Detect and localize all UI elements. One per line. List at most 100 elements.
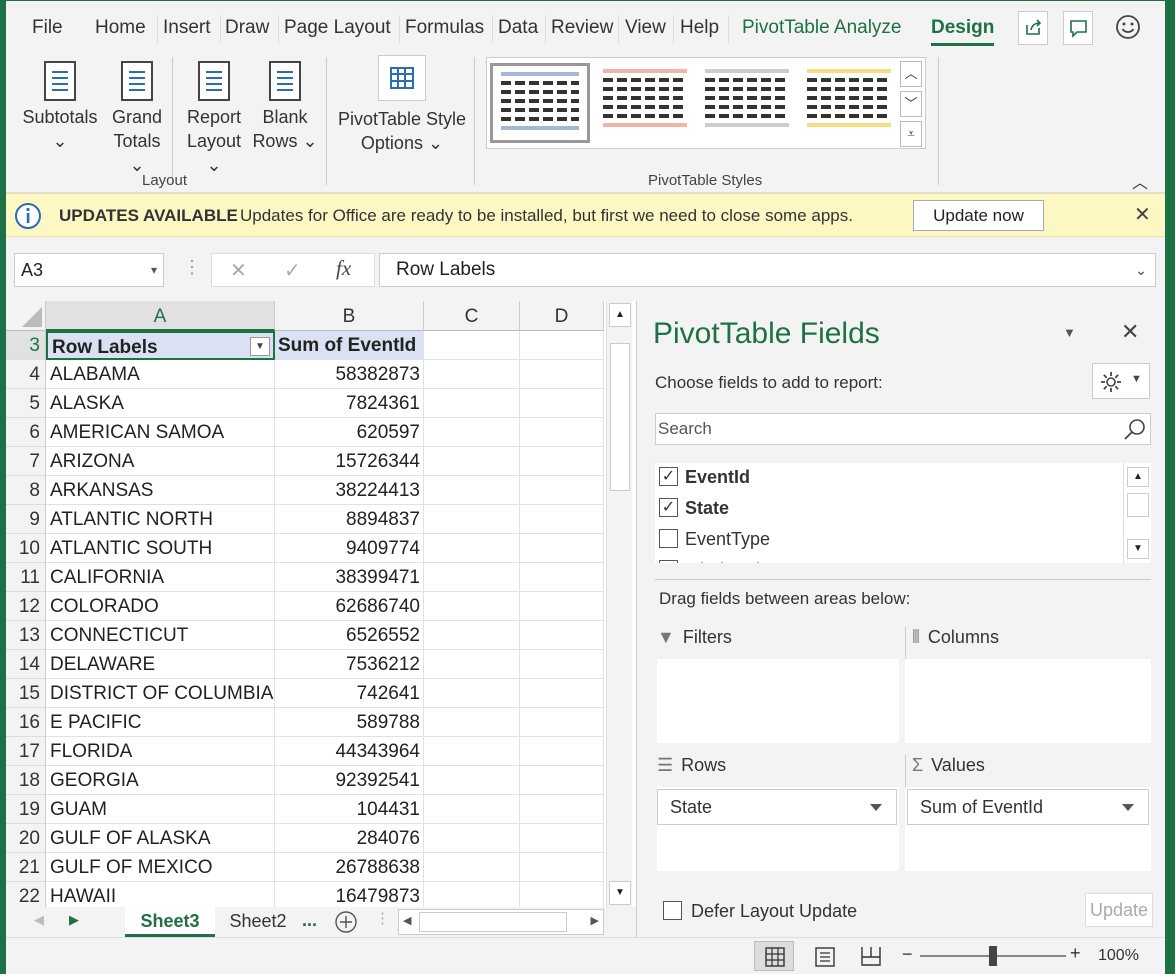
tab-insert[interactable]: Insert	[163, 17, 211, 39]
checkbox[interactable]	[659, 529, 678, 548]
value-cell[interactable]: 104431	[275, 795, 424, 824]
more-sheets-button[interactable]: ...	[302, 910, 317, 931]
cell[interactable]	[520, 592, 604, 621]
row-label-cell[interactable]: GULF OF ALASKA	[46, 824, 275, 853]
scroll-right-arrow-icon[interactable]: ▶	[591, 914, 599, 927]
share-button[interactable]	[1018, 11, 1048, 45]
prev-sheet-icon[interactable]: ◀	[34, 912, 44, 928]
cell[interactable]	[424, 679, 520, 708]
cell[interactable]	[520, 650, 604, 679]
cell[interactable]	[520, 621, 604, 650]
cell[interactable]	[520, 795, 604, 824]
cell[interactable]	[424, 824, 520, 853]
zoom-level[interactable]: 100%	[1098, 947, 1139, 965]
sheet-tab-sheet2[interactable]: Sheet2	[218, 907, 298, 937]
update-now-button[interactable]: Update now	[913, 200, 1044, 231]
cell[interactable]	[424, 737, 520, 766]
cell[interactable]	[424, 766, 520, 795]
row-label-cell[interactable]: ALASKA	[46, 389, 275, 418]
cell[interactable]	[424, 563, 520, 592]
expand-formula-bar-icon[interactable]: ⌄	[1135, 254, 1147, 286]
row-label-cell[interactable]: DELAWARE	[46, 650, 275, 679]
smiley-feedback-icon[interactable]	[1114, 13, 1142, 41]
field-item[interactable]: ✓ EventId	[659, 463, 1119, 494]
row-header[interactable]: 11	[6, 563, 46, 592]
cell[interactable]	[520, 824, 604, 853]
tab-help[interactable]: Help	[680, 17, 719, 39]
scroll-down-arrow-icon[interactable]: ▼	[609, 881, 631, 905]
cell[interactable]	[520, 331, 604, 360]
next-sheet-icon[interactable]: ▶	[69, 912, 79, 928]
grand-totals-button[interactable]: Grand Totals ⌄	[104, 61, 170, 177]
row-header[interactable]: 15	[6, 679, 46, 708]
values-drop-area[interactable]: Sum of EventId	[905, 787, 1151, 871]
cell[interactable]	[424, 621, 520, 650]
tab-page-layout[interactable]: Page Layout	[284, 17, 391, 39]
style-swatch-2[interactable]	[595, 63, 695, 143]
row-label-cell[interactable]: ARKANSAS	[46, 476, 275, 505]
row-header[interactable]: 6	[6, 418, 46, 447]
value-cell[interactable]: 9409774	[275, 534, 424, 563]
report-layout-button[interactable]: Report Layout ⌄	[178, 61, 250, 177]
horizontal-scrollbar[interactable]: ◀ ▶	[398, 909, 604, 935]
row-header[interactable]: 19	[6, 795, 46, 824]
subtotals-button[interactable]: Subtotals ⌄	[18, 61, 102, 153]
cell[interactable]	[520, 389, 604, 418]
cell[interactable]	[520, 708, 604, 737]
cancel-icon[interactable]: ✕	[230, 258, 247, 283]
field-scroll-down-icon[interactable]: ▼	[1127, 539, 1149, 559]
value-cell[interactable]: 92392541	[275, 766, 424, 795]
formula-input[interactable]: Row Labels ⌄	[379, 253, 1156, 287]
normal-view-button[interactable]	[754, 941, 794, 971]
cell[interactable]	[520, 563, 604, 592]
defer-layout-checkbox[interactable]	[663, 901, 682, 920]
close-pane-icon[interactable]: ✕	[1121, 319, 1139, 345]
tab-view[interactable]: View	[625, 17, 666, 39]
row-header[interactable]: 21	[6, 853, 46, 882]
horizontal-scroll-thumb[interactable]	[419, 912, 567, 932]
cell[interactable]	[424, 650, 520, 679]
zoom-out-icon[interactable]: −	[902, 944, 913, 965]
row-label-cell[interactable]: FLORIDA	[46, 737, 275, 766]
value-cell[interactable]: 742641	[275, 679, 424, 708]
cell[interactable]	[424, 360, 520, 389]
tab-formulas[interactable]: Formulas	[405, 17, 484, 39]
gallery-scroll-down-button[interactable]: ﹀	[900, 91, 922, 117]
row-label-cell[interactable]: E PACIFIC	[46, 708, 275, 737]
tab-file[interactable]: File	[32, 17, 63, 39]
cell[interactable]	[424, 447, 520, 476]
page-layout-view-icon[interactable]	[814, 947, 836, 967]
cell-a3[interactable]: Row Labels ▼	[46, 331, 275, 360]
cell[interactable]	[520, 505, 604, 534]
style-swatch-4[interactable]	[799, 63, 899, 143]
row-header[interactable]: 10	[6, 534, 46, 563]
cell[interactable]	[520, 766, 604, 795]
pivottable-style-options-button[interactable]: PivotTable Style Options ⌄	[332, 55, 472, 155]
row-header[interactable]: 13	[6, 621, 46, 650]
row-label-cell[interactable]: AMERICAN SAMOA	[46, 418, 275, 447]
scroll-thumb[interactable]	[610, 343, 630, 491]
value-cell[interactable]: 44343964	[275, 737, 424, 766]
cell[interactable]	[520, 737, 604, 766]
row-header[interactable]: 9	[6, 505, 46, 534]
cell[interactable]	[424, 418, 520, 447]
pane-options-dropdown-icon[interactable]: ▼	[1063, 325, 1076, 340]
zoom-in-icon[interactable]: +	[1070, 943, 1081, 964]
column-header-d[interactable]: D	[520, 301, 604, 331]
collapse-ribbon-icon[interactable]: ︿	[1132, 169, 1148, 193]
columns-drop-area[interactable]	[905, 659, 1151, 743]
row-label-cell[interactable]: CALIFORNIA	[46, 563, 275, 592]
row-header[interactable]: 7	[6, 447, 46, 476]
checked-checkbox-icon[interactable]: ✓	[659, 467, 678, 486]
cell[interactable]	[520, 418, 604, 447]
tab-design[interactable]: Design	[931, 17, 995, 46]
rows-field-state[interactable]: State	[657, 789, 897, 825]
filters-drop-area[interactable]	[657, 659, 899, 743]
filter-dropdown-icon[interactable]: ▼	[250, 337, 270, 356]
enter-check-icon[interactable]: ✓	[284, 258, 301, 283]
cell[interactable]	[424, 795, 520, 824]
style-swatch-1[interactable]	[490, 63, 590, 143]
row-header[interactable]: 4	[6, 360, 46, 389]
cell[interactable]	[520, 360, 604, 389]
rows-drop-area[interactable]: State	[657, 787, 899, 871]
